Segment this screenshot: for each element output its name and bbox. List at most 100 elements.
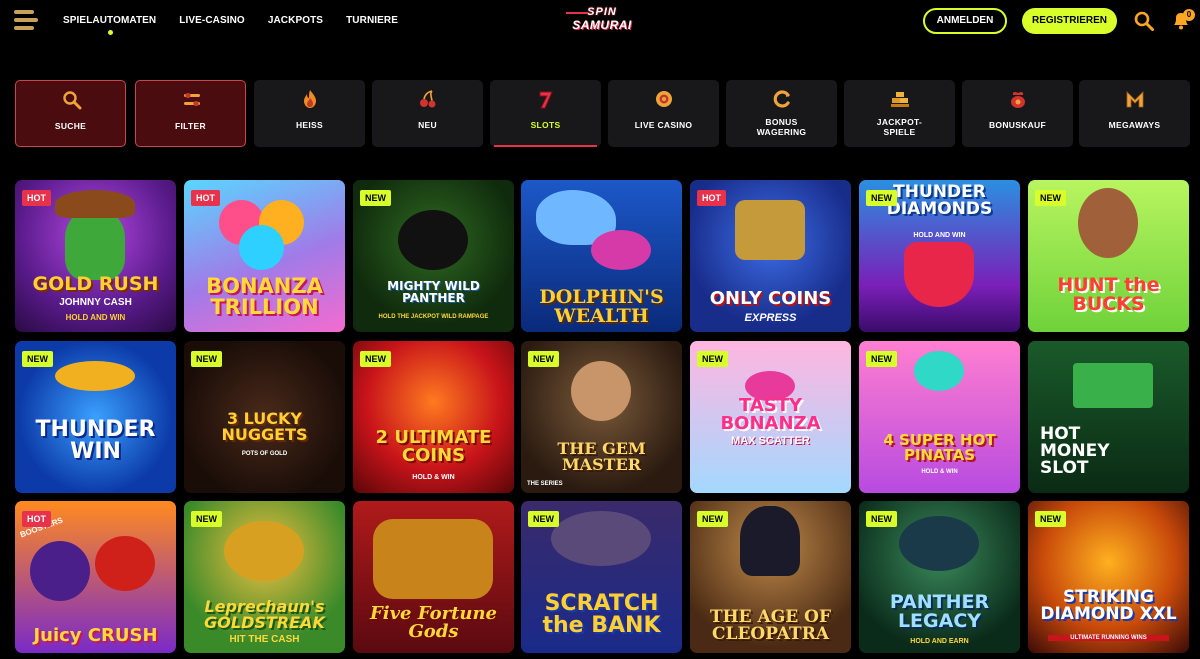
- game-title: Juicy CRUSH: [33, 625, 158, 646]
- game-tile-striking-diamond-xxl[interactable]: STRIKING DIAMOND XXL ULTIMATE RUNNING WI…: [1028, 501, 1189, 653]
- game-title: THUNDER WIN: [35, 417, 156, 464]
- bonus-bag-icon: [1011, 91, 1025, 108]
- category-label: HEISS: [295, 120, 323, 130]
- top-header: SPIELAUTOMATEN LIVE-CASINO JACKPOTS TURN…: [0, 0, 1200, 44]
- main-nav: SPIELAUTOMATEN LIVE-CASINO JACKPOTS TURN…: [63, 15, 398, 35]
- logo[interactable]: SPIN SAMURAI: [560, 6, 644, 36]
- game-artwork: [398, 210, 468, 270]
- game-subtitle: HOLD & WIN: [412, 474, 455, 481]
- new-badge: NEW: [1035, 511, 1066, 527]
- game-subtitle: HOLD THE JACKPOT WILD RAMPAGE: [378, 314, 489, 320]
- game-artwork: [55, 190, 135, 218]
- game-tile-tasty-bonanza[interactable]: TASTY BONANZA MAX SCATTER NEW: [690, 341, 851, 493]
- game-subtitle: ULTIMATE RUNNING WINS: [1048, 635, 1169, 641]
- game-artwork: [224, 521, 304, 581]
- slot-cherries-icon: [420, 90, 436, 108]
- game-title: Leprechaun's GOLDSTREAK: [204, 597, 325, 632]
- game-title: HUNT the BUCKS: [1057, 274, 1160, 315]
- new-badge: NEW: [528, 351, 559, 367]
- category-heiss[interactable]: HEISS: [254, 80, 365, 147]
- search-icon[interactable]: [1134, 11, 1154, 31]
- category-live-casino[interactable]: LIVE CASINO: [608, 80, 719, 147]
- game-artwork: [571, 361, 631, 421]
- game-title: 2 ULTIMATE COINS: [375, 427, 492, 466]
- menu-icon[interactable]: [14, 10, 38, 32]
- game-artwork: [55, 361, 135, 391]
- game-artwork: [95, 536, 155, 591]
- game-tile-gold-rush[interactable]: GOLD RUSH JOHNNY CASH HOLD AND WIN HOT: [15, 180, 176, 332]
- game-title: GOLD RUSH: [32, 273, 159, 295]
- game-subtitle: MAX SCATTER: [731, 435, 810, 447]
- game-tile-leprechauns-goldstreak[interactable]: Leprechaun's GOLDSTREAK HIT THE CASH NEW: [184, 501, 345, 653]
- game-artwork: [899, 516, 979, 571]
- category-label: NEU: [418, 120, 437, 130]
- category-bonus-wagering[interactable]: BONUS WAGERING: [726, 80, 837, 147]
- game-subtitle: EXPRESS: [744, 312, 797, 324]
- game-tile-the-gem-master[interactable]: THE GEM MASTER THE SERIES NEW: [521, 341, 682, 493]
- category-label: SLOTS: [530, 120, 561, 130]
- megaways-icon: [1126, 91, 1144, 108]
- logo-line-2: SAMURAI: [572, 18, 632, 32]
- flame-icon: [304, 90, 316, 108]
- game-artwork: [904, 242, 974, 307]
- nav-spielautomaten[interactable]: SPIELAUTOMATEN: [63, 15, 156, 35]
- new-badge: NEW: [1035, 190, 1066, 206]
- nav-live-casino[interactable]: LIVE-CASINO: [179, 15, 245, 26]
- game-tile-age-of-cleopatra[interactable]: THE AGE OF CLEOPATRA NEW: [690, 501, 851, 653]
- category-bonuskauf[interactable]: BONUSKAUF: [962, 80, 1073, 147]
- game-title: DOLPHIN'S WEALTH: [539, 286, 664, 327]
- category-label: SUCHE: [54, 121, 87, 131]
- category-neu[interactable]: NEU: [372, 80, 483, 147]
- notification-count-badge: 0: [1183, 9, 1195, 21]
- game-artwork: [65, 210, 125, 280]
- game-tile-dolphins-wealth[interactable]: DOLPHIN'S WEALTH: [521, 180, 682, 332]
- game-artwork: [373, 519, 493, 599]
- new-badge: NEW: [360, 190, 391, 206]
- filter-icon: [184, 92, 200, 107]
- game-tile-five-fortune-gods[interactable]: Five Fortune Gods: [353, 501, 514, 653]
- game-artwork: [1073, 363, 1153, 408]
- game-tile-panther-legacy[interactable]: PANTHER LEGACY HOLD AND EARN NEW: [859, 501, 1020, 653]
- register-button[interactable]: REGISTRIEREN: [1022, 8, 1117, 34]
- game-subtitle: HOLD & WIN: [921, 469, 958, 475]
- category-filter[interactable]: FILTER: [135, 80, 246, 147]
- game-tile-thunder-win[interactable]: THUNDER WIN NEW: [15, 341, 176, 493]
- game-tile-2-ultimate-coins[interactable]: 2 ULTIMATE COINS HOLD & WIN NEW: [353, 341, 514, 493]
- category-label: LIVE CASINO: [634, 120, 693, 130]
- game-subtitle: POTS OF GOLD: [241, 451, 288, 457]
- category-slots[interactable]: SLOTS: [490, 80, 601, 147]
- game-subtitle: HIT THE CASH: [229, 634, 300, 645]
- game-tile-scratch-the-bank[interactable]: SCRATCH the BANK NEW: [521, 501, 682, 653]
- game-tile-hunt-the-bucks[interactable]: HUNT the BUCKS NEW: [1028, 180, 1189, 332]
- category-jackpot-spiele[interactable]: JACKPOT- SPIELE: [844, 80, 955, 147]
- nav-turniere[interactable]: TURNIERE: [346, 15, 398, 26]
- game-title: MIGHTY WILD PANTHER: [387, 279, 480, 305]
- game-tile-only-coins[interactable]: ONLY COINS EXPRESS HOT: [690, 180, 851, 332]
- game-title: BONANZA TRILLION: [206, 274, 323, 319]
- hot-badge: HOT: [22, 511, 51, 527]
- game-title: HOT MONEY SLOT: [1040, 424, 1110, 478]
- game-tile-hot-money-slot[interactable]: HOT MONEY SLOT: [1028, 341, 1189, 493]
- login-button[interactable]: ANMELDEN: [923, 8, 1007, 34]
- game-tile-bonanza-trillion[interactable]: BONANZA TRILLION HOT: [184, 180, 345, 332]
- sword-icon: [566, 12, 588, 14]
- game-artwork: [591, 230, 651, 270]
- new-badge: NEW: [866, 190, 897, 206]
- game-title: THE AGE OF CLEOPATRA: [709, 607, 832, 644]
- game-title: 4 SUPER HOT PINATAS: [883, 431, 996, 464]
- game-artwork: [30, 541, 90, 601]
- game-tile-mighty-wild-panther[interactable]: MIGHTY WILD PANTHER HOLD THE JACKPOT WIL…: [353, 180, 514, 332]
- wagering-icon: [773, 90, 790, 108]
- game-artwork: [1078, 188, 1138, 258]
- game-tile-thunder-diamonds[interactable]: THUNDER DIAMONDS HOLD AND WIN NEW: [859, 180, 1020, 332]
- game-tile-3-lucky-nuggets[interactable]: 3 LUCKY NUGGETS POTS OF GOLD NEW: [184, 341, 345, 493]
- game-tile-4-super-hot-pinatas[interactable]: 4 SUPER HOT PINATAS HOLD & WIN NEW: [859, 341, 1020, 493]
- new-badge: NEW: [866, 351, 897, 367]
- game-artwork: [239, 225, 284, 270]
- game-tile-juicy-crush[interactable]: Juicy CRUSH BOOSTERS HOT: [15, 501, 176, 653]
- category-suche[interactable]: SUCHE: [15, 80, 126, 147]
- category-megaways[interactable]: MEGAWAYS: [1079, 80, 1190, 147]
- nav-jackpots[interactable]: JACKPOTS: [268, 15, 323, 26]
- new-badge: NEW: [866, 511, 897, 527]
- game-title: STRIKING DIAMOND XXL: [1040, 587, 1177, 624]
